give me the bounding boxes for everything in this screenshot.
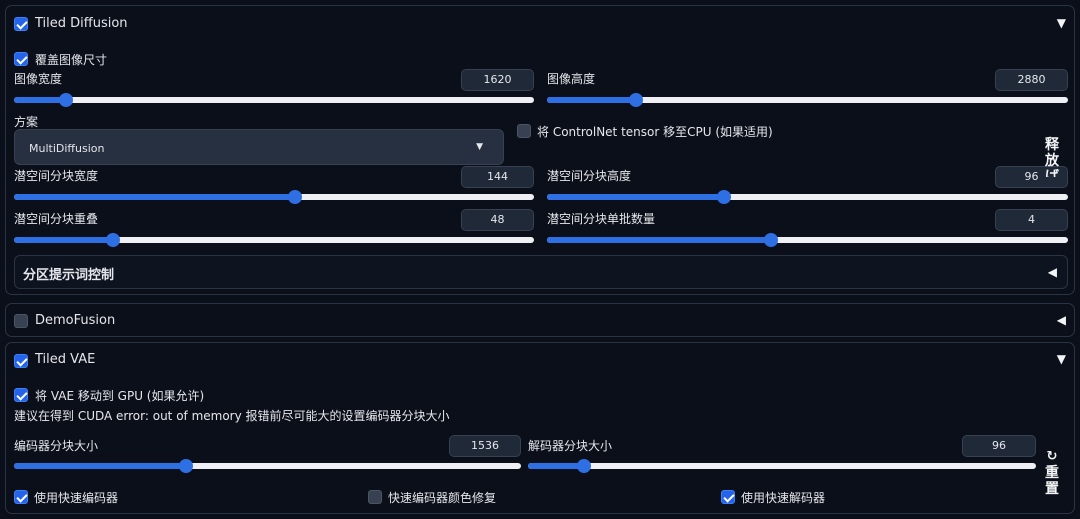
demofusion-enable-checkbox[interactable] <box>14 314 28 328</box>
tile-width-input[interactable]: 144 <box>461 166 534 188</box>
fast-encoder-checkbox[interactable] <box>14 490 28 504</box>
expand-triangle-icon: ◀ <box>1047 265 1057 279</box>
release-side-label: 释放 <box>1045 137 1059 169</box>
fast-encoder-label: 使用快速编码器 <box>34 491 119 505</box>
method-select[interactable]: MultiDiffusion ▼ <box>14 129 504 165</box>
decoder-tile-label: 解码器分块大小 <box>528 439 613 453</box>
fast-encoder-color-checkbox[interactable] <box>368 490 382 504</box>
encoder-tile-input[interactable]: 1536 <box>449 435 521 457</box>
release-side-button[interactable]: 释放 ば <box>1044 137 1060 177</box>
tiled-diffusion-enable-checkbox[interactable] <box>14 17 28 31</box>
tile-batch-slider[interactable] <box>547 232 1068 248</box>
image-width-slider[interactable] <box>14 92 534 108</box>
tile-height-slider[interactable] <box>547 189 1068 205</box>
collapse-triangle-icon[interactable]: ▼ <box>1057 352 1066 366</box>
decoder-tile-input[interactable]: 96 <box>962 435 1036 457</box>
encoder-tile-label: 编码器分块大小 <box>14 439 99 453</box>
tile-overlap-label: 潜空间分块重叠 <box>14 212 99 226</box>
fast-decoder-checkbox[interactable] <box>721 490 735 504</box>
image-height-input[interactable]: 2880 <box>995 69 1068 91</box>
reset-side-button[interactable]: ↻ 重置 <box>1044 449 1060 497</box>
move-vae-label: 将 VAE 移动到 GPU (如果允许) <box>35 389 205 403</box>
override-size-checkbox[interactable] <box>14 52 28 66</box>
tiled-vae-title[interactable]: Tiled VAE <box>35 352 95 367</box>
move-controlnet-label: 将 ControlNet tensor 移至CPU (如果适用) <box>537 125 773 139</box>
demofusion-title[interactable]: DemoFusion <box>35 313 115 328</box>
reset-icon: ↻ <box>1046 449 1058 464</box>
encoder-tile-slider[interactable] <box>14 458 521 474</box>
decoder-tile-slider[interactable] <box>528 458 1036 474</box>
tile-width-slider[interactable] <box>14 189 534 205</box>
tiled-diffusion-panel: Tiled Diffusion ▼ 覆盖图像尺寸 图像宽度 1620 图像高度 … <box>5 5 1075 295</box>
tile-height-label: 潜空间分块高度 <box>547 169 632 183</box>
tile-batch-label: 潜空间分块单批数量 <box>547 212 656 226</box>
method-select-value: MultiDiffusion <box>29 142 105 155</box>
fast-encoder-color-label: 快速编码器颜色修复 <box>388 491 497 505</box>
tiled-diffusion-title[interactable]: Tiled Diffusion <box>35 16 128 31</box>
tile-batch-input[interactable]: 4 <box>995 209 1068 231</box>
reset-label: 重置 <box>1045 465 1059 497</box>
tiled-vae-enable-checkbox[interactable] <box>14 354 28 368</box>
tile-overlap-input[interactable]: 48 <box>461 209 534 231</box>
collapse-triangle-icon[interactable]: ▼ <box>1057 16 1066 30</box>
image-width-input[interactable]: 1620 <box>461 69 534 91</box>
region-prompt-title: 分区提示词控制 <box>23 268 115 283</box>
tiled-vae-panel: Tiled VAE ▼ 将 VAE 移动到 GPU (如果允许) 建议在得到 C… <box>5 342 1075 514</box>
move-controlnet-checkbox[interactable] <box>517 124 531 138</box>
chevron-down-icon: ▼ <box>476 142 483 152</box>
expand-triangle-icon[interactable]: ◀ <box>1057 313 1066 327</box>
fast-decoder-label: 使用快速解码器 <box>741 491 826 505</box>
override-size-label: 覆盖图像尺寸 <box>35 53 108 67</box>
demofusion-panel: DemoFusion ◀ <box>5 303 1075 337</box>
vae-hint-text: 建议在得到 CUDA error: out of memory 报错前尽可能大的… <box>14 409 450 423</box>
move-vae-checkbox[interactable] <box>14 388 28 402</box>
tile-width-label: 潜空间分块宽度 <box>14 169 99 183</box>
release-side-extra: ば <box>1045 169 1059 177</box>
tile-overlap-slider[interactable] <box>14 232 534 248</box>
image-width-label: 图像宽度 <box>14 72 63 86</box>
method-label: 方案 <box>14 115 39 129</box>
image-height-label: 图像高度 <box>547 72 596 86</box>
region-prompt-accordion[interactable]: 分区提示词控制 ◀ <box>14 255 1068 289</box>
image-height-slider[interactable] <box>547 92 1068 108</box>
